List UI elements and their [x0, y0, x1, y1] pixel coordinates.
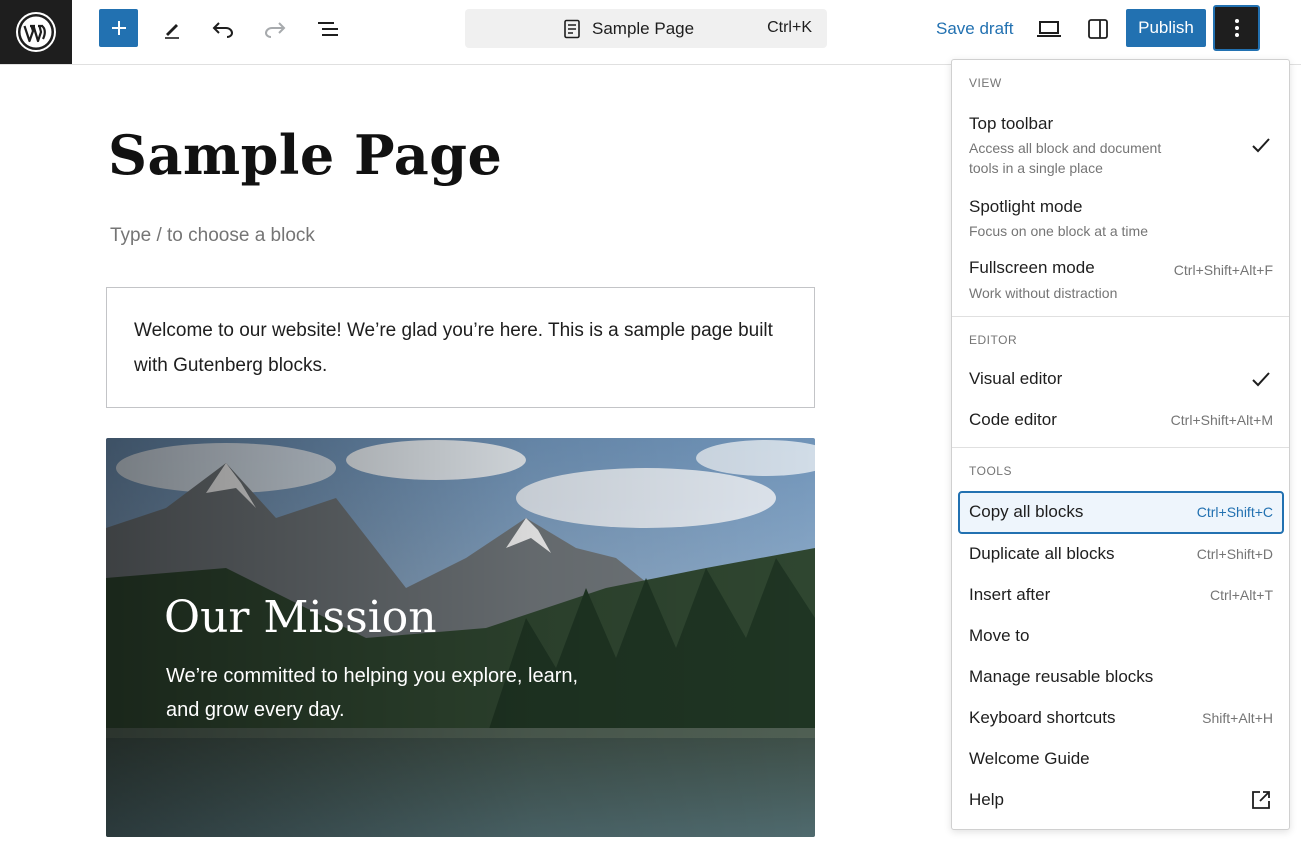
document-overview-button[interactable]	[309, 10, 347, 48]
menu-item-label: Fullscreen mode	[969, 258, 1095, 277]
menu-item-label: Visual editor	[969, 369, 1063, 388]
menu-item-label: Top toolbar	[969, 114, 1054, 133]
menu-item-spotlight-mode[interactable]: Spotlight mode Focus on one block at a t…	[958, 189, 1284, 245]
menu-item-code-editor[interactable]: Code editor Ctrl+Shift+Alt+M	[958, 400, 1284, 441]
checkmark-icon	[1252, 138, 1270, 153]
publish-button[interactable]: Publish	[1126, 9, 1206, 47]
plus-icon	[111, 21, 126, 35]
tools-section-label: TOOLS	[969, 464, 1012, 478]
menu-item-move-to[interactable]: Move to	[958, 616, 1284, 657]
menu-item-label: Manage reusable blocks	[969, 667, 1154, 686]
preview-button[interactable]	[1030, 10, 1068, 48]
menu-item-label: Keyboard shortcuts	[969, 708, 1116, 727]
menu-item-label: Duplicate all blocks	[969, 544, 1115, 563]
menu-item-label: Insert after	[969, 585, 1051, 604]
tools-button[interactable]	[153, 10, 191, 48]
cover-block[interactable]: Our Mission We’re committed to helping y…	[106, 438, 815, 837]
editor-section-label: EDITOR	[969, 333, 1018, 347]
options-menu-button[interactable]	[1213, 5, 1260, 51]
list-view-icon	[318, 22, 338, 36]
document-title: Sample Page	[592, 19, 695, 38]
desktop-icon	[1037, 21, 1061, 37]
external-link-icon	[1252, 791, 1270, 809]
view-section-label: VIEW	[969, 76, 1002, 90]
command-palette-bar[interactable]: Sample Page Ctrl+K	[465, 9, 827, 48]
options-dropdown-menu: VIEW Top toolbar Access all block and do…	[951, 59, 1290, 830]
wordpress-logo-icon[interactable]	[0, 0, 72, 64]
top-toolbar: Sample Page Ctrl+K Save draft Publish	[0, 0, 1301, 65]
checkmark-icon	[1252, 372, 1270, 387]
tools-section: TOOLS Copy all blocks Ctrl+Shift+C Dupli…	[952, 447, 1289, 829]
cover-text[interactable]: We’re committed to helping you explore, …	[166, 659, 606, 727]
menu-item-help[interactable]: Help	[958, 780, 1284, 821]
menu-item-shortcut: Ctrl+Alt+T	[1209, 587, 1273, 603]
editor-section: EDITOR Visual editor Code editor Ctrl+Sh…	[952, 316, 1289, 447]
menu-item-label: Help	[969, 790, 1004, 809]
menu-item-description: Work without distraction	[969, 285, 1118, 301]
editor-canvas: Sample Page Type / to choose a block Wel…	[0, 65, 950, 859]
menu-item-copy-all-blocks[interactable]: Copy all blocks Ctrl+Shift+C	[958, 491, 1284, 534]
page-icon	[564, 19, 580, 39]
menu-item-keyboard-shortcuts[interactable]: Keyboard shortcuts Shift+Alt+H	[958, 698, 1284, 739]
undo-button[interactable]	[204, 10, 242, 48]
menu-item-fullscreen-mode[interactable]: Fullscreen mode Work without distraction…	[958, 250, 1284, 306]
menu-item-description: Focus on one block at a time	[969, 223, 1148, 239]
pencil-icon	[165, 24, 179, 39]
more-vertical-icon	[1234, 19, 1239, 37]
save-draft-button[interactable]: Save draft	[936, 19, 1014, 39]
block-inserter-button[interactable]	[99, 9, 138, 47]
menu-item-top-toolbar[interactable]: Top toolbar Access all block and documen…	[958, 106, 1284, 182]
menu-item-shortcut: Ctrl+Shift+C	[1196, 504, 1273, 520]
page-title[interactable]: Sample Page	[108, 123, 502, 187]
menu-item-shortcut: Ctrl+Shift+D	[1196, 546, 1273, 562]
menu-item-label: Spotlight mode	[969, 197, 1083, 216]
paragraph-block[interactable]: Welcome to our website! We’re glad you’r…	[106, 287, 815, 408]
menu-item-shortcut: Ctrl+Shift+Alt+F	[1173, 262, 1273, 278]
menu-item-label: Copy all blocks	[969, 502, 1084, 521]
view-section: VIEW Top toolbar Access all block and do…	[952, 60, 1289, 316]
sidebar-icon	[1088, 19, 1108, 39]
menu-item-manage-reusable-blocks[interactable]: Manage reusable blocks	[958, 657, 1284, 698]
redo-button[interactable]	[256, 10, 294, 48]
menu-item-shortcut: Shift+Alt+H	[1202, 710, 1273, 726]
undo-icon	[212, 22, 234, 38]
cover-heading[interactable]: Our Mission	[164, 592, 437, 643]
settings-sidebar-button[interactable]	[1079, 10, 1117, 48]
menu-item-label: Welcome Guide	[969, 749, 1090, 768]
redo-icon	[264, 22, 286, 38]
menu-item-duplicate-all-blocks[interactable]: Duplicate all blocks Ctrl+Shift+D	[958, 534, 1284, 575]
menu-item-welcome-guide[interactable]: Welcome Guide	[958, 739, 1284, 780]
menu-item-label: Code editor	[969, 410, 1057, 429]
menu-item-description: Access all block and document tools in a…	[969, 140, 1162, 176]
block-placeholder[interactable]: Type / to choose a block	[110, 225, 315, 247]
menu-item-insert-after[interactable]: Insert after Ctrl+Alt+T	[958, 575, 1284, 616]
menu-item-shortcut: Ctrl+Shift+Alt+M	[1170, 412, 1273, 428]
command-shortcut: Ctrl+K	[767, 19, 812, 36]
menu-item-visual-editor[interactable]: Visual editor	[958, 359, 1284, 400]
menu-item-label: Move to	[969, 626, 1030, 645]
